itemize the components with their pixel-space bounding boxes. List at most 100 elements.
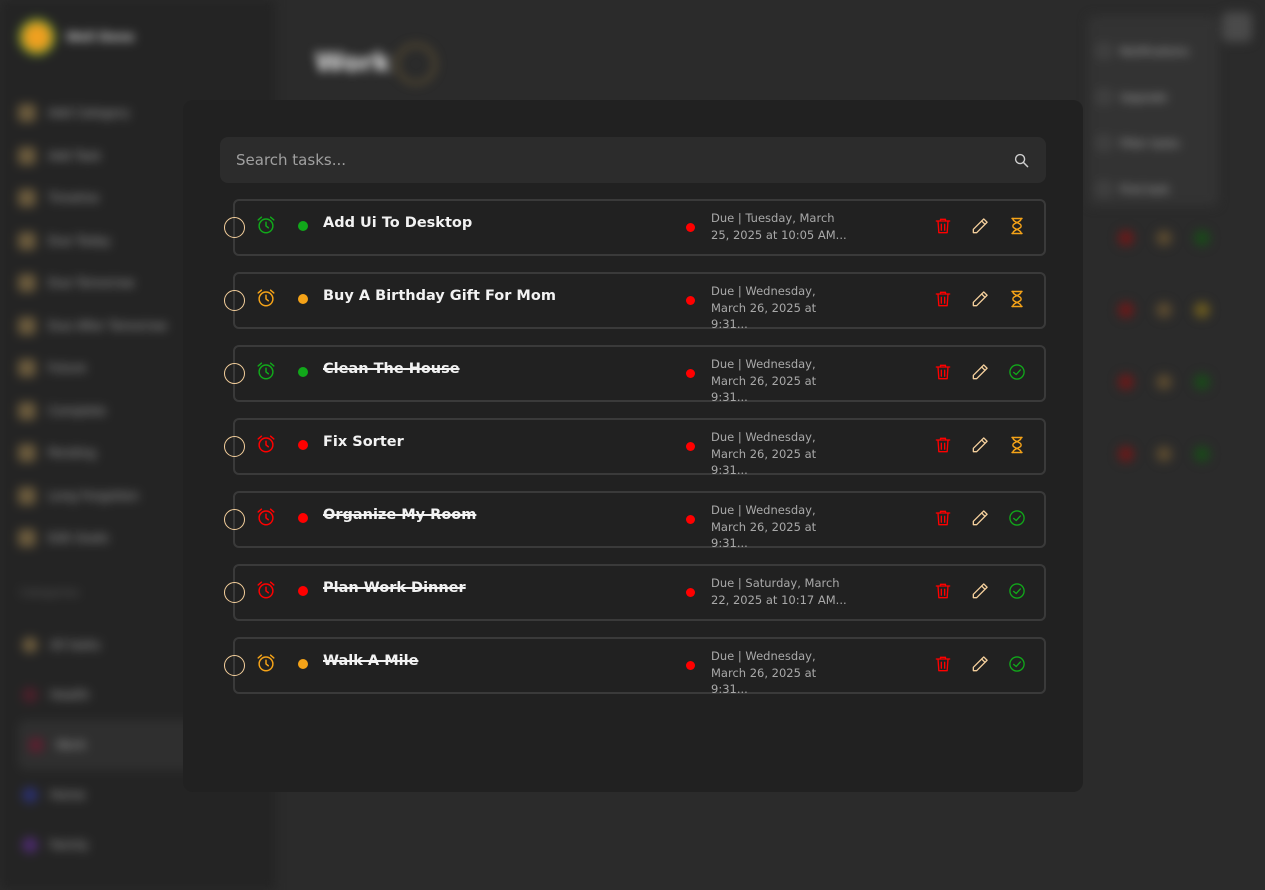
pencil-icon[interactable]	[969, 215, 991, 237]
bell-icon	[1098, 45, 1110, 57]
sidebar-item-label: Due Tomorrow	[48, 276, 135, 291]
task-list: Add Ui To Desktop Due | Tuesday, March 2…	[220, 199, 1046, 710]
hourglass-icon	[18, 444, 36, 463]
trash-icon[interactable]	[932, 361, 954, 383]
due-indicator-dot	[686, 369, 695, 378]
brand: Well Done	[18, 18, 134, 56]
pencil-icon[interactable]	[969, 361, 991, 383]
task-row[interactable]: Fix Sorter Due | Wednesday, March 26, 20…	[220, 418, 1046, 477]
task-title: Walk A Mile	[323, 653, 419, 669]
task-title: Buy A Birthday Gift For Mom	[323, 288, 556, 304]
task-due-date: Due | Wednesday, March 26, 2025 at 9:31.…	[711, 357, 817, 404]
options-menu: Notifications Upgrade Filter tasks Find …	[1088, 16, 1218, 206]
delete-icon	[1118, 302, 1134, 318]
filter-icon	[1098, 137, 1110, 149]
sidebar-item-label: Pending	[48, 446, 96, 461]
pencil-icon[interactable]	[969, 507, 991, 529]
trash-icon[interactable]	[932, 653, 954, 675]
complete-toggle[interactable]	[224, 655, 245, 676]
due-indicator-dot	[686, 442, 695, 451]
complete-toggle[interactable]	[224, 290, 245, 311]
menu-item-label: Notifications	[1120, 44, 1189, 58]
priority-dot	[298, 586, 308, 596]
check-circle-icon[interactable]	[1006, 653, 1028, 675]
task-due-date: Due | Wednesday, March 26, 2025 at 9:31.…	[711, 284, 817, 331]
task-due-date: Due | Wednesday, March 26, 2025 at 9:31.…	[711, 430, 817, 477]
trash-icon[interactable]	[932, 288, 954, 310]
pencil-icon[interactable]	[969, 653, 991, 675]
trash-icon[interactable]	[932, 215, 954, 237]
hourglass-icon[interactable]	[1006, 215, 1028, 237]
check-circle-icon[interactable]	[1006, 361, 1028, 383]
calendar-icon	[18, 316, 36, 335]
complete-toggle[interactable]	[224, 363, 245, 384]
trash-icon[interactable]	[932, 507, 954, 529]
menu-item-notifications[interactable]: Notifications	[1098, 28, 1208, 74]
check-circle-icon[interactable]	[1006, 580, 1028, 602]
trash-icon[interactable]	[932, 434, 954, 456]
trash-icon[interactable]	[932, 580, 954, 602]
priority-dot	[298, 367, 308, 377]
priority-dot	[298, 440, 308, 450]
sidebar-item-label: Add Task	[48, 148, 101, 163]
category-label: Health	[50, 688, 90, 702]
search-bar	[220, 137, 1046, 183]
sidebar-item-label: Add Category	[48, 106, 130, 121]
menu-item-find[interactable]: Find task	[1098, 166, 1208, 212]
priority-dot	[298, 294, 308, 304]
add-task-button[interactable]	[396, 44, 436, 84]
task-row[interactable]: Organize My Room Due | Wednesday, March …	[220, 491, 1046, 550]
category-color-dot	[22, 637, 38, 653]
sidebar-item-label: Future	[48, 361, 87, 376]
search-input[interactable]	[236, 151, 1012, 169]
task-title: Add Ui To Desktop	[323, 215, 473, 231]
complete-toggle[interactable]	[224, 582, 245, 603]
task-due-date: Due | Wednesday, March 26, 2025 at 9:31.…	[711, 503, 817, 550]
task-due-date: Due | Tuesday, March 25, 2025 at 10:05 A…	[711, 211, 847, 242]
pencil-icon[interactable]	[969, 434, 991, 456]
search-icon[interactable]	[1012, 151, 1030, 169]
category-item[interactable]: Family	[18, 820, 258, 870]
bg-row-actions	[1118, 374, 1210, 390]
priority-dot	[298, 659, 308, 669]
sidebar-item-label: Due After Tomorrow	[48, 318, 167, 333]
task-row[interactable]: Plan Work Dinner Due | Saturday, March 2…	[220, 564, 1046, 621]
archive-icon	[18, 486, 36, 505]
complete-toggle[interactable]	[224, 436, 245, 457]
settings-button[interactable]	[1222, 12, 1252, 42]
hourglass-icon[interactable]	[1006, 288, 1028, 310]
priority-dot	[298, 513, 308, 523]
calendar-icon	[18, 359, 36, 378]
page-title: Work	[315, 48, 391, 78]
pencil-icon[interactable]	[969, 580, 991, 602]
edit-icon	[1156, 374, 1172, 390]
complete-toggle[interactable]	[224, 509, 245, 530]
upgrade-icon	[1098, 91, 1110, 103]
sidebar-item-label: Due Today	[48, 233, 111, 248]
task-title: Plan Work Dinner	[323, 580, 466, 596]
menu-item-upgrade[interactable]: Upgrade	[1098, 74, 1208, 120]
bg-row-actions	[1118, 230, 1210, 246]
sidebar-item-label: Timeline	[48, 191, 100, 206]
check-circle-icon[interactable]	[1006, 507, 1028, 529]
search-icon	[1098, 183, 1110, 195]
folder-plus-icon	[18, 104, 36, 123]
task-row[interactable]: Walk A Mile Due | Wednesday, March 26, 2…	[220, 637, 1046, 696]
app-logo	[18, 18, 56, 56]
menu-item-filter[interactable]: Filter tasks	[1098, 120, 1208, 166]
category-label: All tasks	[50, 638, 101, 652]
complete-toggle[interactable]	[224, 217, 245, 238]
task-row[interactable]: Buy A Birthday Gift For Mom Due | Wednes…	[220, 272, 1046, 331]
menu-item-label: Upgrade	[1120, 90, 1168, 104]
task-row[interactable]: Add Ui To Desktop Due | Tuesday, March 2…	[220, 199, 1046, 256]
alarm-clock-icon	[255, 506, 277, 528]
edit-icon	[1156, 230, 1172, 246]
hourglass-icon[interactable]	[1006, 434, 1028, 456]
pencil-icon[interactable]	[969, 288, 991, 310]
check-icon	[18, 401, 36, 420]
check-icon	[1194, 374, 1210, 390]
task-title: Clean The House	[323, 361, 460, 377]
sidebar-item-label: Long Forgotten	[48, 488, 139, 503]
task-due-date: Due | Wednesday, March 26, 2025 at 9:31.…	[711, 649, 817, 696]
task-row[interactable]: Clean The House Due | Wednesday, March 2…	[220, 345, 1046, 404]
